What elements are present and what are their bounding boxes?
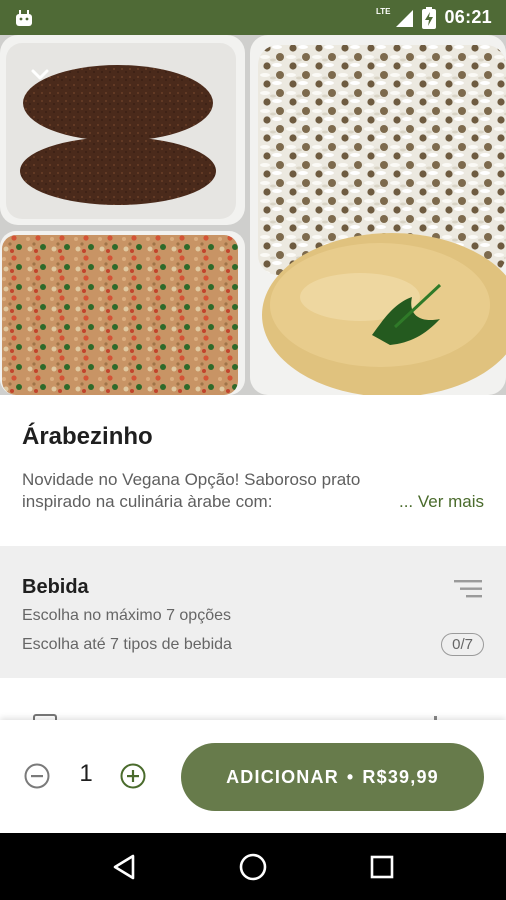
quantity-value: 1 — [79, 760, 93, 787]
add-to-cart-bar: 1 ADICIONAR • R$39,99 — [0, 720, 506, 833]
group-requirement-row: Escolha até 7 tipos de bebida 0/7 — [22, 633, 484, 656]
network-type: LTE — [375, 7, 391, 16]
android-icon — [16, 9, 32, 26]
group-title: Bebida — [22, 576, 89, 598]
selection-counter-badge: 0/7 — [441, 633, 484, 656]
back-triangle-icon — [114, 854, 135, 879]
add-button-separator: • — [346, 766, 355, 787]
see-more-link[interactable]: ... Ver mais — [394, 491, 484, 513]
system-nav-bar — [0, 833, 506, 900]
home-button[interactable] — [233, 847, 273, 887]
recents-square-icon — [370, 855, 393, 878]
battery-charging-icon — [422, 6, 437, 29]
product-description-container: Novidade no Vegana Opção! Saboroso prato… — [22, 469, 484, 513]
back-button[interactable] — [104, 847, 144, 887]
lte-signal-icon — [396, 9, 414, 27]
product-title: Árabezinho — [22, 423, 153, 450]
add-button-label: ADICIONAR — [226, 766, 339, 787]
sort-icon[interactable] — [454, 578, 482, 600]
screen: LTE 06:21 Árabezinho Novidade no Vegana … — [0, 0, 506, 900]
product-info: Árabezinho Novidade no Vegana Opção! Sab… — [0, 395, 506, 545]
product-image — [0, 35, 506, 395]
meal-photo — [0, 35, 506, 395]
group-choose-up-to: Escolha até 7 tipos de bebida — [22, 635, 232, 653]
home-circle-icon — [239, 853, 267, 880]
minus-circle-icon[interactable] — [23, 762, 51, 790]
add-button-price: R$39,99 — [362, 766, 439, 787]
status-indicators: LTE 06:21 — [375, 6, 492, 29]
plus-circle-icon[interactable] — [119, 762, 147, 790]
recents-button[interactable] — [362, 847, 402, 887]
collapse-button[interactable] — [22, 57, 58, 93]
status-bar: LTE 06:21 — [0, 0, 506, 35]
group-max-options: Escolha no máximo 7 opções — [22, 607, 231, 624]
add-to-cart-button[interactable]: ADICIONAR • R$39,99 — [181, 743, 484, 811]
chevron-down-icon — [31, 69, 49, 80]
clock: 06:21 — [444, 7, 492, 27]
option-list-peek — [0, 678, 506, 726]
option-group-header: Bebida Escolha no máximo 7 opções Escolh… — [0, 546, 506, 678]
